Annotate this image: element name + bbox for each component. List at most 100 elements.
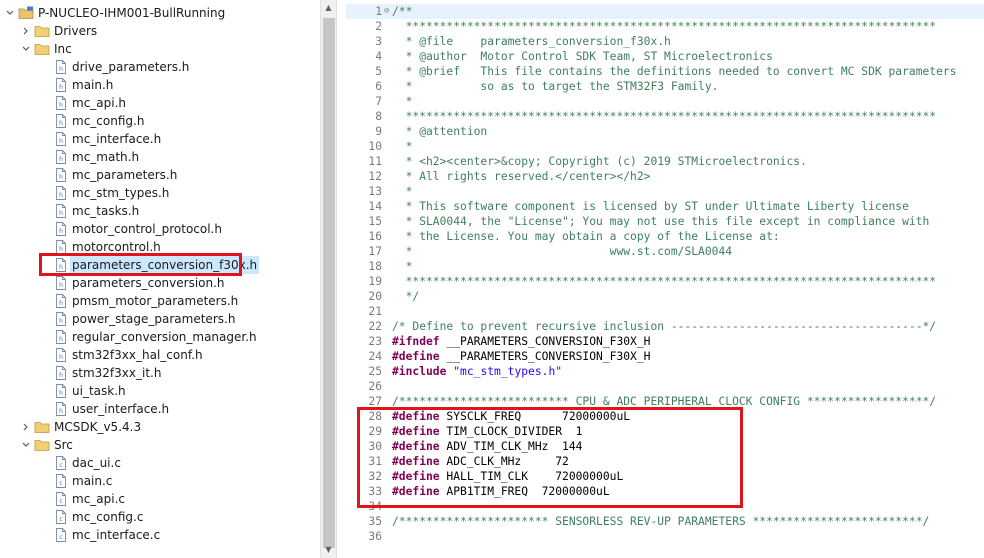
code-token: * @file parameters_conversion_f30x.h: [392, 35, 671, 48]
tree-item-label: mc_tasks.h: [72, 204, 140, 218]
code-line[interactable]: 11 * <h2><center>&copy; Copyright (c) 20…: [346, 154, 984, 169]
line-number: 6: [375, 80, 382, 93]
code-line[interactable]: 14 * This software component is licensed…: [346, 199, 984, 214]
code-line[interactable]: 1 ⊖/**: [346, 4, 984, 19]
chevron-down-icon[interactable]: [4, 4, 16, 22]
code-line[interactable]: 7 *: [346, 94, 984, 109]
svg-text:h: h: [59, 228, 63, 235]
code-token: "mc_stm_types.h": [453, 365, 563, 378]
code-line[interactable]: 10 *: [346, 139, 984, 154]
code-text: #include "mc_stm_types.h": [392, 364, 562, 379]
code-line[interactable]: 25 #include "mc_stm_types.h": [346, 364, 984, 379]
tree-item-label: stm32f3xx_it.h: [72, 366, 162, 380]
code-line[interactable]: 36: [346, 529, 984, 544]
code-token: #ifndef: [392, 335, 440, 348]
header-file-icon: h: [54, 168, 68, 182]
code-text: * @file parameters_conversion_f30x.h: [392, 34, 671, 49]
line-number: 22: [368, 320, 382, 333]
tree-item-label: mc_config.h: [72, 114, 145, 128]
line-number: 7: [375, 95, 382, 108]
code-line[interactable]: 18 *: [346, 259, 984, 274]
source-file-icon: c: [54, 474, 68, 488]
code-text: /********************** SENSORLESS REV-U…: [392, 514, 929, 529]
tree-item-label: main.h: [72, 78, 114, 92]
code-text: /**: [392, 4, 412, 19]
code-line[interactable]: 5 * @brief This file contains the defini…: [346, 64, 984, 79]
svg-text:h: h: [59, 120, 63, 127]
code-line[interactable]: 21: [346, 304, 984, 319]
header-file-icon: h: [54, 78, 68, 92]
code-token: * so as to target the STM32F3 Family.: [392, 80, 719, 93]
tree-item-label: main.c: [72, 474, 113, 488]
source-file-icon: c: [54, 528, 68, 542]
tree-item-label: mc_parameters.h: [72, 168, 178, 182]
code-token: *: [392, 95, 413, 108]
code-line[interactable]: 17 * www.st.com/SLA0044: [346, 244, 984, 259]
code-line[interactable]: 35 /********************** SENSORLESS REV…: [346, 514, 984, 529]
code-line[interactable]: 26: [346, 379, 984, 394]
code-text: * This software component is licensed by…: [392, 199, 909, 214]
code-line[interactable]: 13 *: [346, 184, 984, 199]
project-explorer: P-NUCLEO-IHM001-BullRunning Drivers Inc h d…: [0, 0, 320, 558]
line-number: 12: [368, 170, 382, 183]
tree-item-label: drive_parameters.h: [72, 60, 190, 74]
svg-text:h: h: [59, 372, 63, 379]
code-line[interactable]: 6 * so as to target the STM32F3 Family.: [346, 79, 984, 94]
code-line[interactable]: 15 * SLA0044, the "License"; You may not…: [346, 214, 984, 229]
svg-text:c: c: [59, 534, 62, 541]
line-number: 23: [368, 335, 382, 348]
line-number: 8: [375, 110, 382, 123]
header-file-icon: h: [54, 114, 68, 128]
tree-item-label: mc_api.h: [72, 96, 127, 110]
folder-icon: [34, 42, 50, 56]
header-file-icon: h: [54, 60, 68, 74]
fold-toggle-icon[interactable]: ⊖: [384, 4, 389, 19]
svg-text:c: c: [59, 480, 62, 487]
code-line[interactable]: 9 * @attention: [346, 124, 984, 139]
code-token: /* Define to prevent recursive inclusion…: [392, 320, 937, 333]
code-line[interactable]: 20 */: [346, 289, 984, 304]
tree-item-label: MCSDK_v5.4.3: [54, 420, 142, 434]
code-line[interactable]: 3 * @file parameters_conversion_f30x.h: [346, 34, 984, 49]
code-token: * @attention: [392, 125, 488, 138]
code-token: ****************************************…: [392, 275, 937, 288]
line-number: 17: [368, 245, 382, 258]
code-line[interactable]: 8 **************************************…: [346, 109, 984, 124]
code-token: * the License. You may obtain a copy of …: [392, 230, 780, 243]
scroll-down-icon[interactable]: ▼: [321, 542, 336, 558]
code-line[interactable]: 22 /* Define to prevent recursive inclusi…: [346, 319, 984, 334]
line-number: 3: [375, 35, 382, 48]
line-number: 25: [368, 365, 382, 378]
code-token: *: [392, 140, 413, 153]
chevron-down-icon[interactable]: [20, 436, 32, 454]
code-line[interactable]: 23 #ifndef __PARAMETERS_CONVERSION_F30X_H: [346, 334, 984, 349]
chevron-right-icon[interactable]: [20, 418, 32, 436]
scrollbar-thumb[interactable]: [323, 18, 335, 548]
source-file-icon: c: [54, 510, 68, 524]
explorer-scrollbar[interactable]: ▲ ▼: [320, 0, 337, 558]
scroll-up-icon[interactable]: ▲: [321, 0, 336, 16]
code-token: *: [392, 185, 413, 198]
line-number: 24: [368, 350, 382, 363]
header-file-icon: h: [54, 366, 68, 380]
header-file-icon: h: [54, 276, 68, 290]
line-number: 36: [368, 530, 382, 543]
code-token: __PARAMETERS_CONVERSION_F30X_H: [439, 350, 651, 363]
code-token: #include: [392, 365, 447, 378]
line-number: 14: [368, 200, 382, 213]
header-file-icon: h: [54, 402, 68, 416]
code-line[interactable]: 24 #define __PARAMETERS_CONVERSION_F30X_H: [346, 349, 984, 364]
svg-text:h: h: [59, 300, 63, 307]
code-token: * @brief This file contains the definiti…: [392, 65, 957, 78]
chevron-right-icon[interactable]: [20, 22, 32, 40]
code-line[interactable]: 4 * @author Motor Control SDK Team, ST M…: [346, 49, 984, 64]
code-line[interactable]: 16 * the License. You may obtain a copy …: [346, 229, 984, 244]
code-text: * www.st.com/SLA0044: [392, 244, 732, 259]
chevron-down-icon[interactable]: [20, 40, 32, 58]
code-line[interactable]: 19 *************************************…: [346, 274, 984, 289]
code-line[interactable]: 2 **************************************…: [346, 19, 984, 34]
header-file-icon: h: [54, 384, 68, 398]
code-token: ****************************************…: [392, 20, 937, 33]
line-number: 20: [368, 290, 382, 303]
code-line[interactable]: 12 * All rights reserved.</center></h2>: [346, 169, 984, 184]
